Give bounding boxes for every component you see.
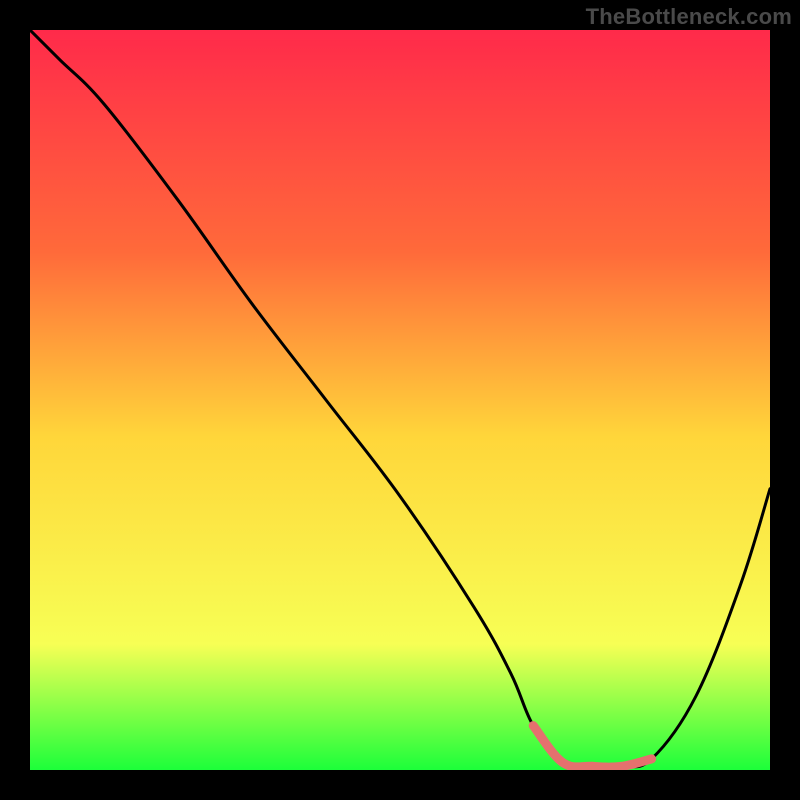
gradient-background [30,30,770,770]
watermark-text: TheBottleneck.com [586,4,792,30]
chart-frame [30,30,770,770]
chart-svg [30,30,770,770]
